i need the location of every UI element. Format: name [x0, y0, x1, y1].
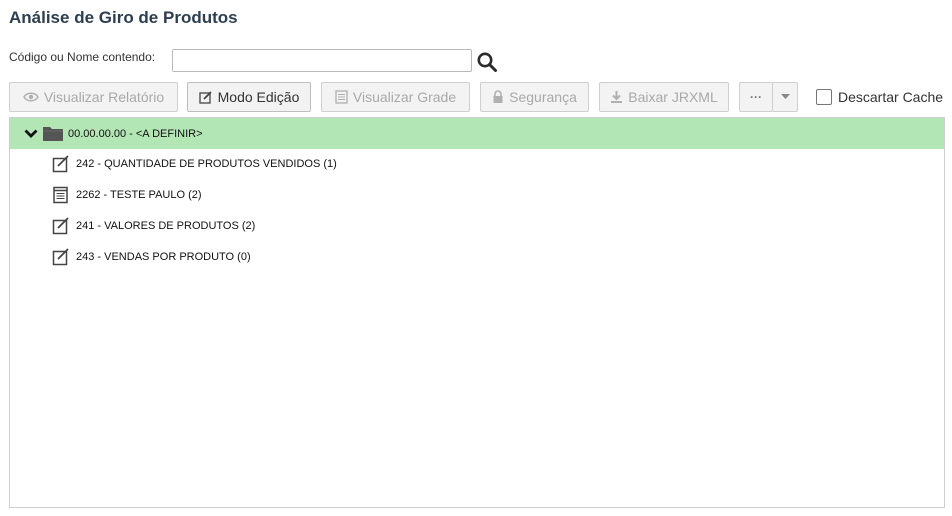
tree-root-row[interactable]: 00.00.00.00 - <A DEFINIR> [10, 118, 944, 149]
tree-item[interactable]: 242 - QUANTIDADE DE PRODUTOS VENDIDOS (1… [52, 154, 337, 174]
caret-down-icon [780, 94, 790, 100]
view-report-label: Visualizar Relatório [43, 89, 165, 105]
view-grid-label: Visualizar Grade [352, 89, 457, 105]
tree-root-label: 00.00.00.00 - <A DEFINIR> [68, 127, 203, 140]
lock-icon [492, 90, 504, 104]
page-title: Análise de Giro de Produtos [9, 8, 238, 27]
tree-item[interactable]: 243 - VENDAS POR PRODUTO (0) [52, 247, 251, 267]
discard-cache-control[interactable]: Descartar Cache [816, 89, 943, 105]
edit-mode-button[interactable]: Modo Edição [187, 82, 311, 112]
search-icon [477, 52, 497, 72]
more-button[interactable]: ··· [739, 82, 773, 112]
grid-doc-icon [52, 186, 70, 204]
ellipsis-label: ··· [750, 90, 762, 104]
edit-doc-icon [52, 217, 70, 235]
pencil-square-icon [198, 90, 213, 104]
more-dropdown-toggle[interactable] [772, 82, 798, 112]
folder-icon [42, 125, 64, 142]
edit-doc-icon [52, 155, 70, 173]
tree-item[interactable]: 241 - VALORES DE PRODUTOS (2) [52, 216, 255, 236]
search-input[interactable] [172, 49, 472, 72]
tree-item-label: 241 - VALORES DE PRODUTOS (2) [76, 220, 256, 232]
view-grid-button[interactable]: Visualizar Grade [321, 82, 470, 112]
discard-cache-label: Descartar Cache [838, 89, 944, 105]
eye-icon [22, 91, 39, 103]
search-button[interactable] [476, 51, 498, 73]
tree-item-label: 2262 - TESTE PAULO (2) [76, 189, 202, 201]
report-tree: 00.00.00.00 - <A DEFINIR> 242 - QUANTIDA… [9, 117, 945, 508]
chevron-down-icon[interactable] [24, 129, 38, 139]
download-jrxml-label: Baixar JRXML [628, 89, 718, 105]
edit-doc-icon [52, 248, 70, 266]
download-jrxml-button[interactable]: Baixar JRXML [599, 82, 729, 112]
tree-item-label: 242 - QUANTIDADE DE PRODUTOS VENDIDOS (1… [76, 158, 337, 170]
discard-cache-checkbox[interactable] [816, 89, 832, 105]
edit-mode-label: Modo Edição [217, 89, 300, 105]
tree-item[interactable]: 2262 - TESTE PAULO (2) [52, 185, 202, 205]
search-label: Código ou Nome contendo: [9, 50, 156, 64]
view-report-button[interactable]: Visualizar Relatório [9, 82, 178, 112]
security-label: Segurança [509, 89, 577, 105]
security-button[interactable]: Segurança [480, 82, 589, 112]
list-icon [335, 90, 348, 104]
tree-item-label: 243 - VENDAS POR PRODUTO (0) [76, 251, 251, 263]
download-icon [610, 90, 623, 104]
